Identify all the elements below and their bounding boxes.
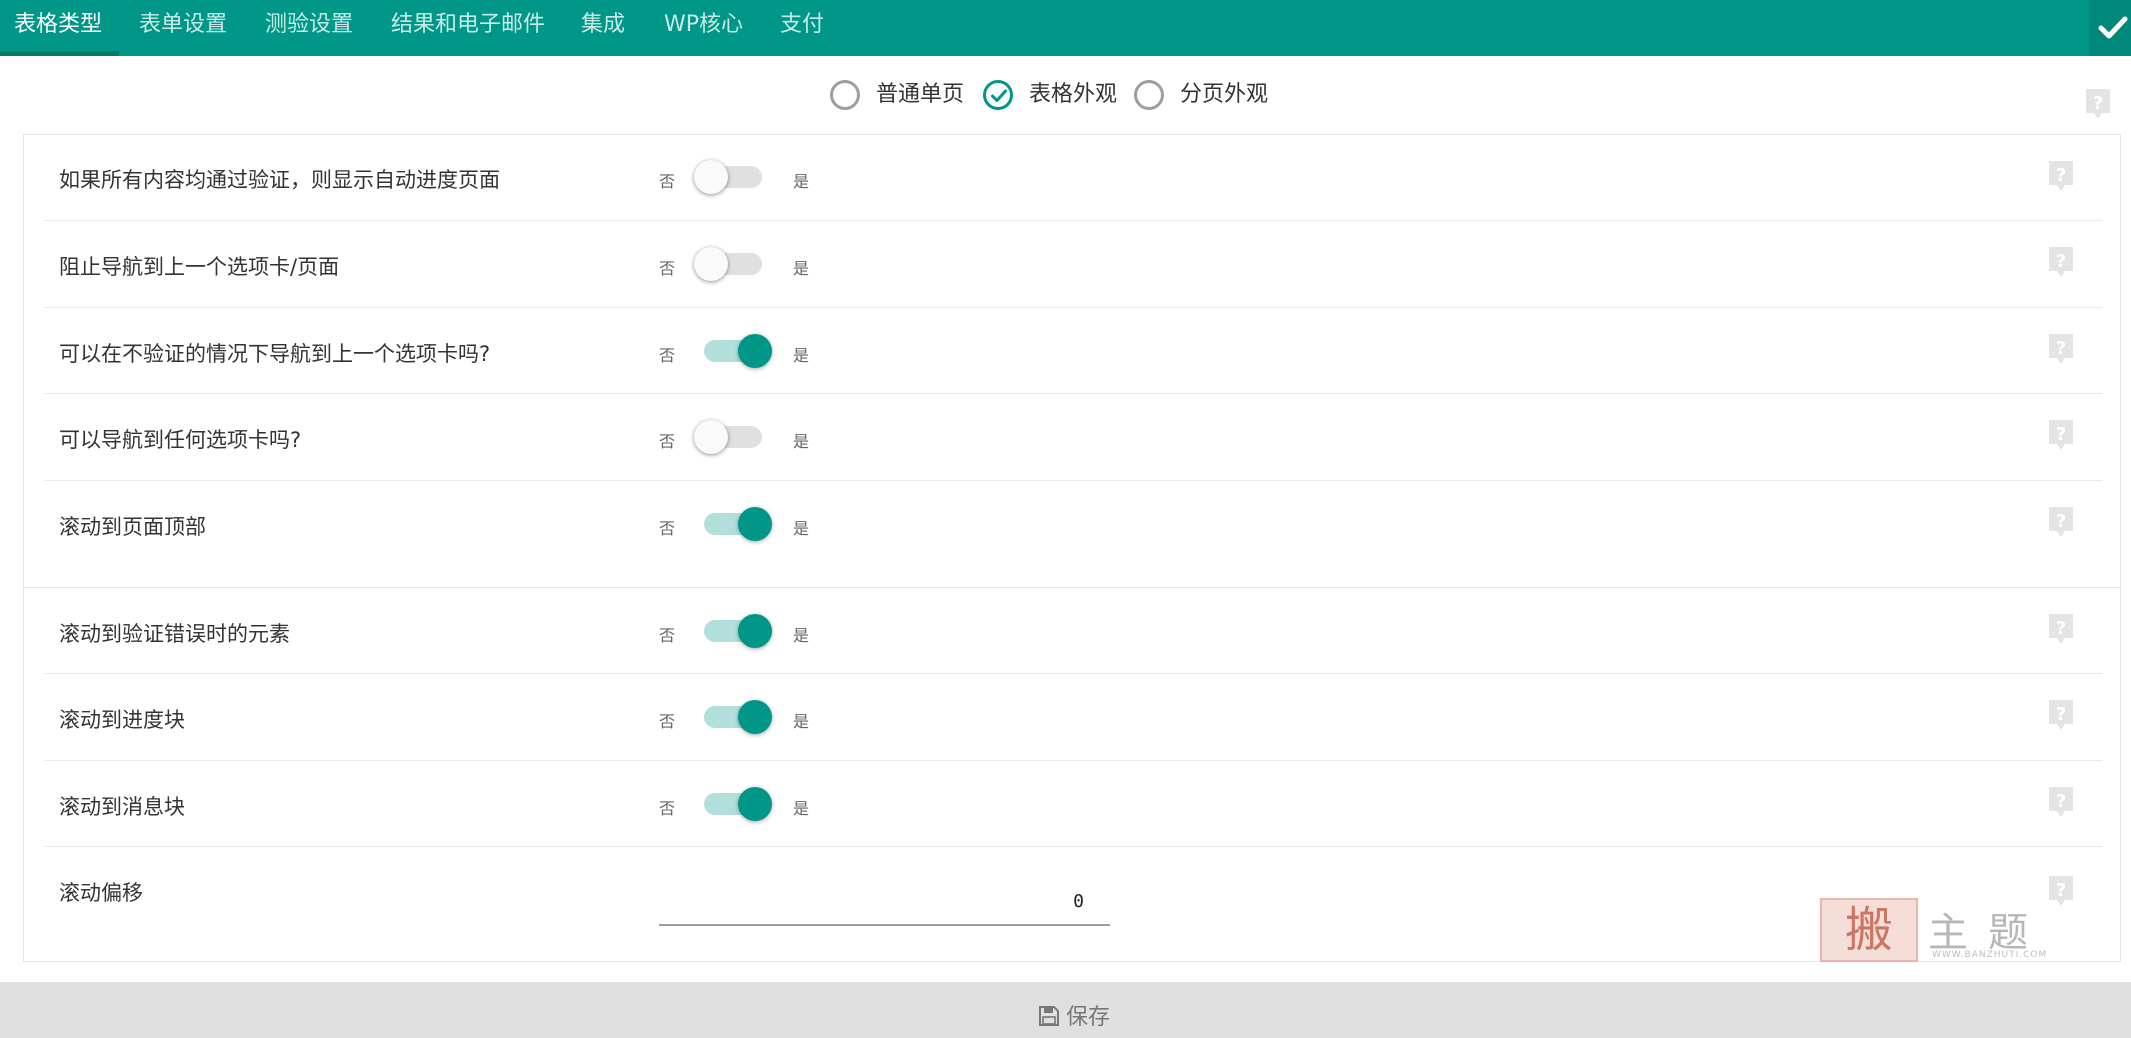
question-icon[interactable]: ?: [2085, 88, 2111, 120]
no-label: 否: [659, 172, 676, 191]
no-label: 否: [659, 519, 676, 538]
question-icon[interactable]: ?: [2048, 699, 2074, 731]
toggle-scroll-progress-block[interactable]: [694, 694, 774, 734]
setting-label-scroll-page-top: 滚动到页面顶部: [59, 515, 206, 539]
row-divider: [44, 393, 2102, 394]
row-divider: [44, 220, 2102, 221]
yes-label: 是: [793, 519, 810, 538]
watermark-url: WWW.BANZHUTI.COM: [1932, 950, 2048, 960]
question-icon[interactable]: ?: [2048, 506, 2074, 538]
yes-label: 是: [793, 346, 810, 365]
row-divider: [44, 760, 2102, 761]
svg-text:?: ?: [2056, 165, 2066, 186]
checkmark-icon: [991, 89, 1007, 102]
svg-text:?: ?: [2056, 338, 2066, 359]
active-tab-indicator: [0, 51, 119, 56]
radio-label: 普通单页: [876, 82, 965, 107]
setting-label-auto-progress: 如果所有内容均通过验证，则显示自动进度页面: [59, 168, 500, 192]
tab-form-type[interactable]: 表格类型: [14, 0, 102, 56]
no-label: 否: [659, 799, 676, 818]
svg-text:?: ?: [2056, 791, 2066, 812]
tab-results-email[interactable]: 结果和电子邮件: [391, 0, 545, 56]
floppy-disk-icon: [1039, 1006, 1059, 1026]
scroll-offset-input[interactable]: [659, 878, 1110, 926]
question-icon[interactable]: ?: [2048, 613, 2074, 645]
svg-text:?: ?: [2093, 93, 2103, 114]
yes-label: 是: [793, 172, 810, 191]
toggle-knob: [694, 247, 728, 281]
tab-quiz-settings[interactable]: 测验设置: [265, 0, 353, 56]
row-divider: [44, 480, 2102, 481]
setting-label-block-prev-nav: 阻止导航到上一个选项卡/页面: [59, 255, 340, 279]
svg-text:?: ?: [2056, 704, 2066, 725]
toggle-scroll-page-top[interactable]: [694, 501, 774, 541]
toggle-block-prev-nav[interactable]: [694, 241, 774, 281]
watermark-seal: 搬: [1820, 898, 1918, 962]
radio-circle-checked: [983, 80, 1013, 110]
radio-label: 表格外观: [1029, 82, 1118, 107]
save-label: 保存: [1066, 1005, 1111, 1030]
svg-text:?: ?: [2056, 251, 2066, 272]
svg-text:?: ?: [2056, 424, 2066, 445]
tab-payment[interactable]: 支付: [780, 0, 824, 56]
svg-text:?: ?: [2056, 511, 2066, 532]
no-label: 否: [659, 346, 676, 365]
setting-label-prev-without-validation: 可以在不验证的情况下导航到上一个选项卡吗?: [59, 342, 491, 366]
tab-integrations[interactable]: 集成: [581, 0, 625, 56]
yes-label: 是: [793, 626, 810, 645]
question-icon[interactable]: ?: [2048, 419, 2074, 451]
svg-text:?: ?: [2056, 880, 2066, 901]
toggle-auto-progress[interactable]: [694, 154, 774, 194]
no-label: 否: [659, 432, 676, 451]
toggle-nav-any-tab[interactable]: [694, 414, 774, 454]
radio-circle: [830, 80, 860, 110]
confirm-button[interactable]: [2089, 0, 2131, 56]
yes-label: 是: [793, 712, 810, 731]
toggle-knob: [738, 334, 772, 368]
toggle-knob: [694, 160, 728, 194]
question-icon[interactable]: ?: [2048, 333, 2074, 365]
toggle-knob: [738, 614, 772, 648]
checkmark-icon: [2098, 16, 2128, 39]
setting-label-scroll-message-block: 滚动到消息块: [59, 795, 185, 819]
toggle-prev-without-validation[interactable]: [694, 328, 774, 368]
toggle-knob: [738, 787, 772, 821]
question-icon[interactable]: ?: [2048, 875, 2074, 907]
radio-label: 分页外观: [1180, 82, 1269, 107]
toggle-knob: [738, 700, 772, 734]
no-label: 否: [659, 712, 676, 731]
toggle-scroll-message-block[interactable]: [694, 781, 774, 821]
radio-circle: [1134, 80, 1164, 110]
setting-label-nav-any-tab: 可以导航到任何选项卡吗?: [59, 428, 302, 452]
question-icon[interactable]: ?: [2048, 246, 2074, 278]
setting-label-scroll-error-element: 滚动到验证错误时的元素: [59, 622, 290, 646]
toggle-knob: [738, 507, 772, 541]
yes-label: 是: [793, 799, 810, 818]
no-label: 否: [659, 626, 676, 645]
question-icon[interactable]: ?: [2048, 160, 2074, 192]
row-divider: [44, 846, 2102, 847]
tab-form-settings[interactable]: 表单设置: [139, 0, 227, 56]
svg-text:?: ?: [2056, 618, 2066, 639]
top-tab-bar: 表格类型 表单设置 测验设置 结果和电子邮件 集成 WP核心 支付: [0, 0, 2131, 56]
group-divider: [23, 587, 2121, 588]
yes-label: 是: [793, 259, 810, 278]
row-divider: [44, 673, 2102, 674]
setting-label-scroll-offset: 滚动偏移: [59, 881, 143, 905]
question-icon[interactable]: ?: [2048, 786, 2074, 818]
row-divider: [44, 307, 2102, 308]
yes-label: 是: [793, 432, 810, 451]
toggle-scroll-error-element[interactable]: [694, 608, 774, 648]
tab-wp-core[interactable]: WP核心: [664, 0, 743, 56]
toggle-knob: [694, 420, 728, 454]
no-label: 否: [659, 259, 676, 278]
setting-label-scroll-progress-block: 滚动到进度块: [59, 708, 185, 732]
